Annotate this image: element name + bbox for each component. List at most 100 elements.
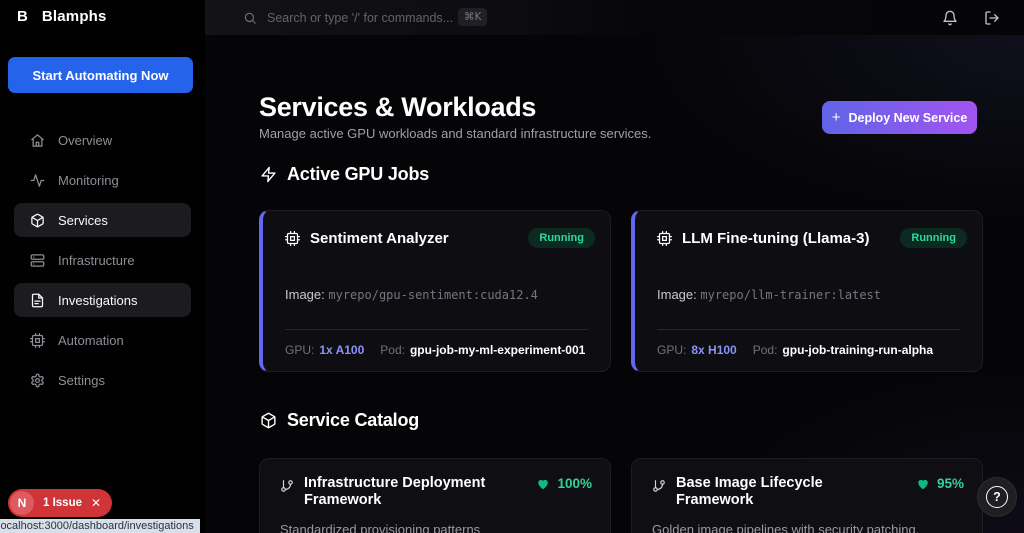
status-badge: Running xyxy=(900,228,967,248)
gpu-job-image-row: Image: myrepo/gpu-sentiment:cuda12.4 xyxy=(285,287,538,302)
pod-value: gpu-job-my-ml-experiment-001 xyxy=(409,343,586,357)
dev-issues-badge[interactable]: N 1 Issue ✕ xyxy=(8,489,113,517)
sidebar-item-label: Settings xyxy=(58,372,105,388)
cube-icon xyxy=(31,213,44,227)
cpu-icon xyxy=(30,332,45,348)
sidebar-item-label: Services xyxy=(58,212,108,228)
heart-icon xyxy=(538,479,549,489)
section-title: Active GPU Jobs xyxy=(287,164,430,184)
catalog-card-title: Base Image Lifecycle Framework xyxy=(676,475,823,508)
deploy-button-label: Deploy New Service xyxy=(848,110,968,125)
main-content: Services & Workloads Manage active GPU w… xyxy=(205,35,1024,533)
home-icon xyxy=(31,133,44,147)
section-active-gpu-jobs: Active GPU Jobs xyxy=(260,164,429,185)
gpu-job-meta-row: GPU: 1x A100 Pod: gpu-job-my-ml-experime… xyxy=(285,343,585,357)
sidebar-item-infrastructure[interactable]: Infrastructure xyxy=(14,243,191,277)
gpu-card-title-row: LLM Fine-tuning (Llama-3) xyxy=(657,230,869,247)
image-value: myrepo/llm-trainer:latest xyxy=(700,288,881,302)
divider xyxy=(657,329,960,330)
page-subtitle: Manage active GPU workloads and standard… xyxy=(259,126,652,141)
catalog-card-head: Infrastructure Deployment Framework 100% xyxy=(280,475,592,509)
sidebar-item-services[interactable]: Services xyxy=(14,203,191,237)
top-header: ⌘K xyxy=(205,0,1024,35)
sidebar-item-automation[interactable]: Automation xyxy=(14,323,191,357)
gpu-value: 1x A100 xyxy=(319,343,365,357)
bell-icon[interactable] xyxy=(942,10,958,26)
nextjs-logo-icon: N xyxy=(10,491,34,515)
package-icon xyxy=(261,412,276,429)
sidebar-item-label: Investigations xyxy=(58,292,138,308)
sidebar-item-investigations[interactable]: Investigations xyxy=(14,283,191,317)
zap-icon xyxy=(261,166,276,183)
health-value: 100% xyxy=(557,476,592,491)
logout-icon[interactable] xyxy=(984,10,1000,26)
gear-icon xyxy=(31,373,44,387)
status-url-text: localhost:3000/dashboard/investigations xyxy=(0,520,194,532)
brand-logo-icon: B xyxy=(17,8,28,25)
gpu-job-title: Sentiment Analyzer xyxy=(310,230,449,247)
activity-icon xyxy=(30,173,45,187)
catalog-card-head: Base Image Lifecycle Framework 95% xyxy=(652,475,964,509)
sidebar-item-label: Monitoring xyxy=(58,172,119,188)
header-actions xyxy=(942,0,1000,35)
page-title: Services & Workloads xyxy=(259,92,537,122)
brand-name: Blamphs xyxy=(41,8,107,25)
help-button[interactable]: ? xyxy=(977,477,1017,517)
sidebar-item-settings[interactable]: Settings xyxy=(14,363,191,397)
plus-icon: + xyxy=(831,109,841,126)
sidebar: B Blamphs Start Automating Now Overview … xyxy=(0,0,205,533)
sidebar-item-overview[interactable]: Overview xyxy=(14,123,191,157)
divider xyxy=(285,329,588,330)
gpu-card-title-row: Sentiment Analyzer xyxy=(285,230,449,247)
health-value: 95% xyxy=(936,476,964,491)
gpu-job-card[interactable]: LLM Fine-tuning (Llama-3) Running Image:… xyxy=(631,210,983,372)
catalog-card-title: Infrastructure Deployment Framework xyxy=(304,475,486,508)
search-input[interactable] xyxy=(267,10,467,25)
gpu-job-meta-row: GPU: 8x H100 Pod: gpu-job-training-run-a… xyxy=(657,343,933,357)
close-icon[interactable]: ✕ xyxy=(91,496,101,510)
pod-label: Pod: xyxy=(380,343,405,357)
gpu-job-title: LLM Fine-tuning (Llama-3) xyxy=(682,230,870,247)
page-header: Services & Workloads Manage active GPU w… xyxy=(259,92,651,141)
search-icon xyxy=(244,12,256,24)
git-branch-icon xyxy=(281,480,293,492)
shortcut-badge: ⌘K xyxy=(458,8,488,26)
sidebar-item-label: Overview xyxy=(58,132,113,148)
gpu-job-card[interactable]: Sentiment Analyzer Running Image: myrepo… xyxy=(259,210,611,372)
health-indicator: 100% xyxy=(536,475,592,491)
issues-count-label: 1 Issue xyxy=(43,497,82,509)
sidebar-item-label: Infrastructure xyxy=(58,252,135,268)
app-root: B Blamphs Start Automating Now Overview … xyxy=(0,0,1024,533)
cpu-icon xyxy=(285,231,300,246)
heart-icon xyxy=(918,479,928,489)
health-indicator: 95% xyxy=(916,475,964,491)
catalog-card[interactable]: Infrastructure Deployment Framework 100%… xyxy=(259,458,611,533)
question-mark-icon: ? xyxy=(986,486,1008,508)
start-automating-button[interactable]: Start Automating Now xyxy=(8,57,193,93)
gpu-label: GPU: xyxy=(285,343,315,357)
status-url-bar: localhost:3000/dashboard/investigations xyxy=(0,519,200,533)
cpu-icon xyxy=(657,231,672,246)
sidebar-item-monitoring[interactable]: Monitoring xyxy=(14,163,191,197)
catalog-card-description: Golden image pipelines with security pat… xyxy=(652,522,920,533)
section-title: Service Catalog xyxy=(287,410,420,430)
image-value: myrepo/gpu-sentiment:cuda12.4 xyxy=(328,288,538,302)
sidebar-item-label: Automation xyxy=(58,332,124,348)
catalog-card-description: Standardized provisioning patterns xyxy=(280,522,481,533)
catalog-card[interactable]: Base Image Lifecycle Framework 95% Golde… xyxy=(631,458,983,533)
status-badge: Running xyxy=(528,228,595,248)
pod-value: gpu-job-training-run-alpha xyxy=(782,343,934,357)
git-branch-icon xyxy=(653,480,665,492)
document-icon xyxy=(31,293,44,307)
server-icon xyxy=(30,253,45,267)
section-service-catalog: Service Catalog xyxy=(260,410,419,431)
brand: B Blamphs xyxy=(17,8,107,25)
gpu-value: 8x H100 xyxy=(691,343,737,357)
sidebar-nav: Overview Monitoring Services Infrastruct… xyxy=(14,123,191,403)
pod-label: Pod: xyxy=(752,343,778,357)
gpu-label: GPU: xyxy=(657,343,687,357)
image-label: Image: xyxy=(657,287,697,302)
gpu-job-image-row: Image: myrepo/llm-trainer:latest xyxy=(657,287,881,302)
deploy-new-service-button[interactable]: + Deploy New Service xyxy=(822,101,977,134)
image-label: Image: xyxy=(285,287,325,302)
